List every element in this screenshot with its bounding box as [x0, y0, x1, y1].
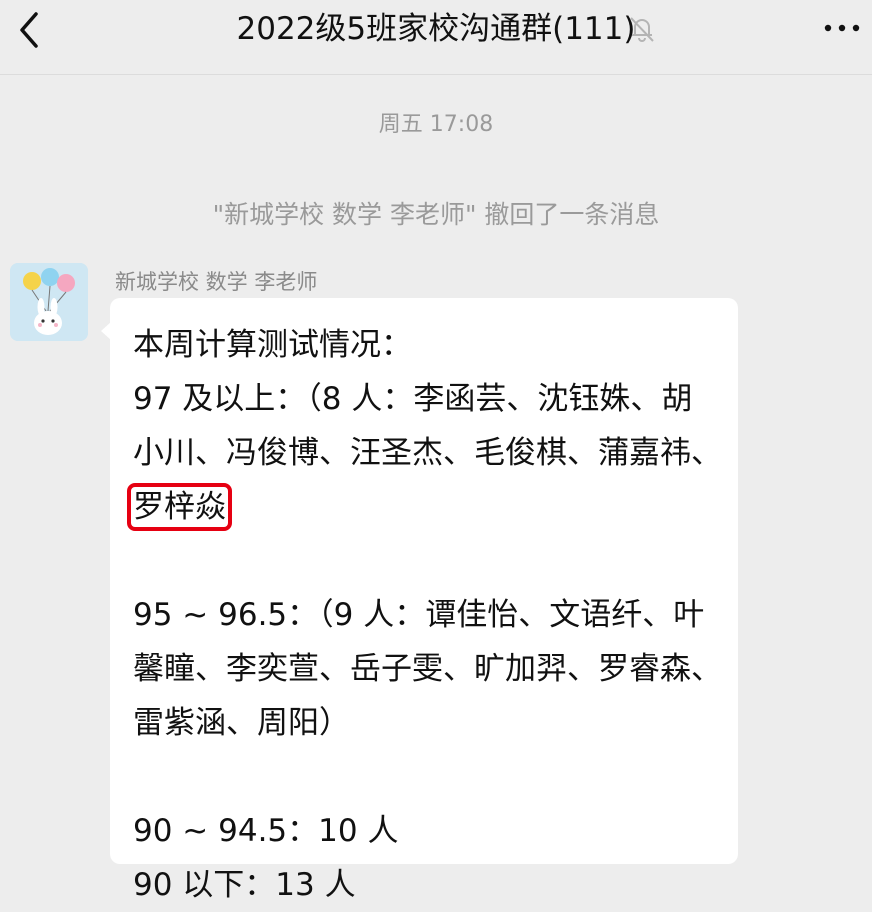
recall-notice: "新城学校 数学 李老师" 撤回了一条消息	[212, 200, 660, 229]
score-group-below-90: 90 以下：13 人	[133, 867, 356, 903]
score-group-95-96: 95 ~ 96.5：（9 人：谭佳怡、文语纤、叶馨瞳、李奕萱、岳子雯、旷加羿、罗…	[133, 597, 722, 741]
sender-avatar[interactable]	[10, 263, 88, 341]
message-timestamp: 周五 17:08	[378, 112, 494, 137]
more-options-button[interactable]	[820, 10, 864, 46]
message-text[interactable]: 本周计算测试情况： 97 及以上：（8 人：李函芸、沈钰姝、胡小川、冯俊博、汪圣…	[127, 318, 723, 912]
chat-header: 2022级5班家校沟通群(111)	[0, 0, 872, 75]
highlighted-student-name: 罗梓焱	[127, 483, 232, 531]
bell-off-icon	[630, 17, 654, 42]
sender-name: 新城学校 数学 李老师	[115, 270, 318, 294]
chat-title: 2022级5班家校沟通群(111)	[236, 11, 636, 47]
score-group-97-plus: 97 及以上：（8 人：李函芸、沈钰姝、胡小川、冯俊博、汪圣杰、毛俊棋、蒲嘉祎、	[133, 381, 722, 471]
message-line-intro: 本周计算测试情况：	[133, 327, 412, 363]
more-dots-icon	[824, 24, 860, 32]
score-group-90-94: 90 ~ 94.5：10 人	[133, 813, 399, 849]
rabbit-balloon-avatar-icon	[10, 263, 88, 341]
